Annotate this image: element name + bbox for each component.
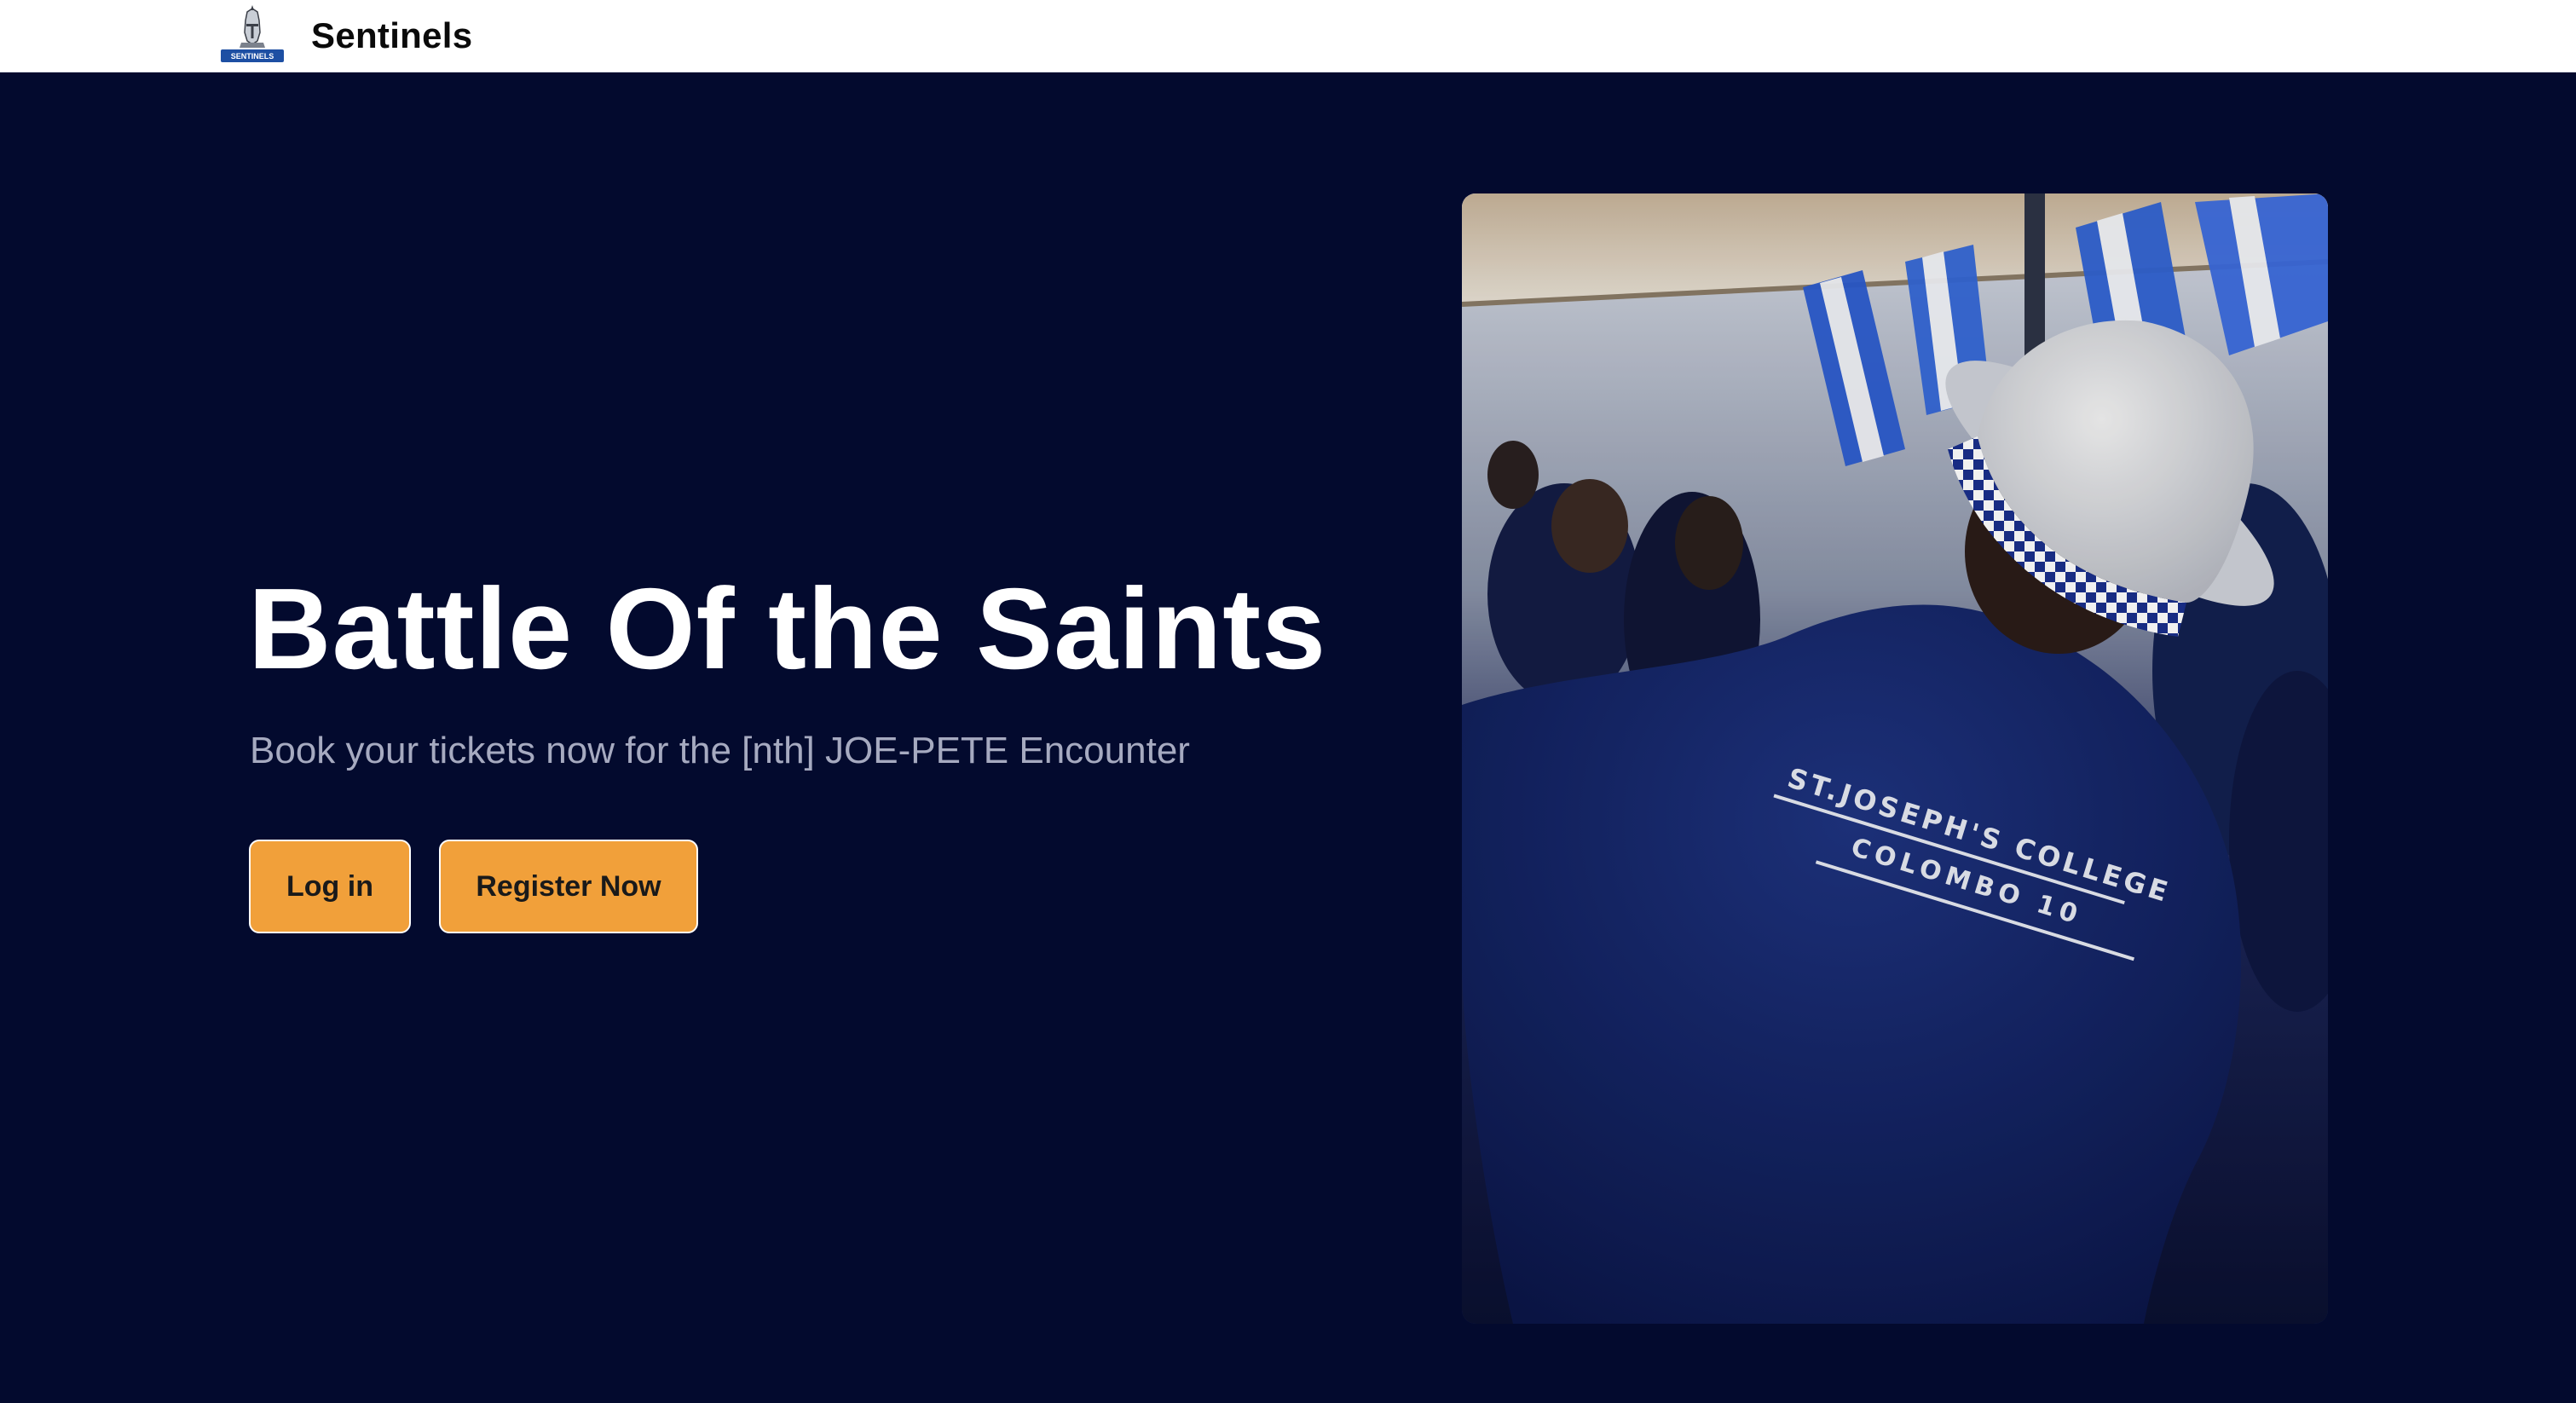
stadium-crowd-photo: ST.JOSEPH'S COLLEGE COLOMBO 10: [1462, 193, 2328, 1324]
hero-title: Battle Of the Saints: [248, 564, 1327, 693]
knight-helmet-crest-icon: SENTINELS: [221, 5, 284, 62]
brand-link[interactable]: SENTINELS Sentinels: [217, 3, 472, 69]
navbar: SENTINELS Sentinels: [0, 0, 2576, 72]
hero-subtitle: Book your tickets now for the [nth] JOE-…: [250, 730, 1190, 771]
hero-section: Battle Of the Saints Book your tickets n…: [0, 72, 2576, 1403]
login-button[interactable]: Log in: [249, 840, 411, 933]
brand-name: Sentinels: [311, 15, 473, 55]
hero-photo: ST.JOSEPH'S COLLEGE COLOMBO 10: [1462, 193, 2328, 1324]
register-button[interactable]: Register Now: [439, 840, 698, 933]
logo-banner-text: SENTINELS: [231, 52, 274, 61]
